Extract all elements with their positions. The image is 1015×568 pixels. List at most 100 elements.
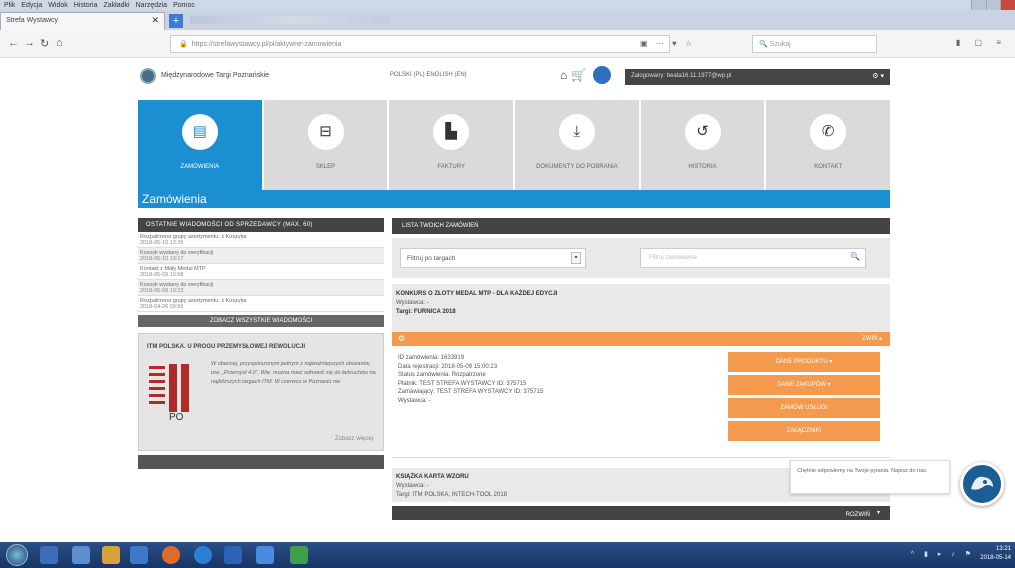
forward-icon[interactable]: → (24, 37, 35, 49)
folder-icon[interactable] (102, 546, 120, 564)
minimize-button[interactable] (971, 0, 986, 10)
chat-prompt-bubble[interactable]: Chętnie odpowiemy na Twoje pytania. Napi… (790, 460, 950, 494)
toolbar-icons[interactable]: ▮ ▢ ≡ (956, 38, 1007, 47)
taskbar-app-icon[interactable] (40, 546, 58, 564)
attachments-button[interactable]: ZAŁĄCZNIKI (728, 421, 880, 441)
language-switcher[interactable]: POLSKI (PL) ENGLISH (EN) (390, 72, 467, 78)
message-item[interactable]: Rozpatrzona grupy asortymentu, z Koszyka… (138, 296, 384, 312)
maximize-button[interactable] (985, 0, 1001, 10)
purchase-data-button[interactable]: DANE ZAKUPÓW ▾ (728, 375, 880, 395)
collapse-toggle[interactable]: ZWIŃ ▴ (862, 335, 882, 342)
system-tray-icons[interactable]: ^ ▮ ▸ ♪ ⚑ (911, 550, 975, 558)
tile-invoices[interactable]: ▙ FAKTURY (389, 100, 516, 190)
orders-header: LISTA TWOICH ZAMÓWIEŃ (392, 218, 890, 234)
promo-box: ITM POLSKA. U PROGU PRZEMYSŁOWEJ REWOLUC… (138, 333, 384, 451)
order-details-text: ID zamówienia: 1633919 Data rejestracji:… (398, 354, 543, 405)
account-settings-icon[interactable]: ⚙ ▾ (872, 72, 884, 80)
account-bar[interactable]: Zalogowany: beata16.11.1977@wp.pl ⚙ ▾ (625, 69, 890, 85)
promo-title[interactable]: ITM POLSKA. U PROGU PRZEMYSŁOWEJ REWOLUC… (147, 344, 305, 350)
taskbar-app-icon[interactable] (72, 546, 90, 564)
tab-title: Strefa Wystawcy (6, 17, 59, 24)
message-date: 2018-05-09 10:23 (140, 288, 184, 294)
browser-navbar: ← → ↻ ⌂ 🔒 https://strefawystawcy.pl/pl/ak… (0, 30, 1015, 58)
order-title: KONKURS O ZŁOTY MEDAL MTP - DLA KAŻDEJ E… (396, 291, 558, 297)
blurred-tabs (190, 16, 390, 24)
tile-history[interactable]: ↺ HISTORIA (640, 100, 767, 190)
taskbar-app-icon[interactable] (130, 546, 148, 564)
order-card[interactable]: KONKURS O ZŁOTY MEDAL MTP - DLA KAŻDEJ E… (392, 284, 890, 332)
fair-filter-select[interactable]: Filtruj po targach ▾ (400, 248, 586, 268)
taskbar-app-icon[interactable] (290, 546, 308, 564)
chat-badge-icon[interactable] (593, 66, 611, 84)
window-controls (971, 0, 1015, 10)
menu-item-file[interactable]: Plik (4, 2, 15, 9)
system-clock[interactable]: 13:21 2018-05-14 (980, 545, 1011, 563)
message-date: 2018-05-10 13:17 (140, 256, 184, 262)
menu-item-history[interactable]: Historia (74, 2, 98, 9)
order-orderer: Zamawiający: TEST STREFA WYSTAWCY ID: 37… (398, 389, 544, 395)
order-expand-bar[interactable]: ROZWIŃ ▾ (392, 506, 890, 520)
page-content: Międzynarodowe Targi Poznańskie POLSKI (… (0, 58, 1015, 542)
url-tools-icons[interactable]: ▣ ⋯ ♥ ☆ (640, 39, 695, 48)
clock-time: 13:21 (995, 546, 1011, 552)
url-text: https://strefawystawcy.pl/pl/aktywne-zam… (191, 41, 342, 48)
account-label: Zalogowany: beata16.11.1977@wp.pl (631, 73, 732, 79)
product-data-button[interactable]: DANE PRODUKTU ▾ (728, 352, 880, 372)
outlook-icon[interactable] (224, 546, 242, 564)
expand-toggle[interactable]: ROZWIŃ ▾ (846, 509, 880, 518)
menu-item-tools[interactable]: Narzędzia (136, 2, 168, 9)
header-icons[interactable]: ⌂🛒 (560, 68, 590, 82)
close-window-button[interactable] (1000, 0, 1015, 10)
menu-item-bookmarks[interactable]: Zakładki (103, 2, 129, 9)
home-nav-icon[interactable]: ⌂ (560, 68, 571, 82)
history-icon: ↺ (684, 114, 721, 150)
download-icon: ⤓ (558, 114, 595, 150)
message-item[interactable]: Rozpatrzona grupy asortymentu, z Koszyka… (138, 232, 384, 248)
page-title: Zamówienia (142, 192, 207, 206)
promo-more-link[interactable]: Zobacz więcej (335, 436, 373, 442)
start-button[interactable] (6, 544, 28, 566)
tile-label: HISTORIA (688, 164, 717, 170)
site-name[interactable]: Międzynarodowe Targi Poznańskie (161, 72, 269, 79)
browser-menubar: Plik Edycja Widok Historia Zakładki Narz… (0, 0, 1015, 10)
ie-icon[interactable] (194, 546, 212, 564)
tile-label: FAKTURY (437, 164, 465, 170)
browser-tab-active[interactable]: Strefa Wystawcy ✕ (0, 12, 165, 30)
order-exhibitor: Wystawca: - (396, 300, 429, 306)
menu-item-view[interactable]: Widok (48, 2, 67, 9)
order-services-button[interactable]: ZAMÓW USŁUGI (728, 398, 880, 418)
tile-downloads[interactable]: ⤓ DOKUMENTY DO POBRANIA (515, 100, 641, 190)
cart-icon[interactable]: 🛒 (571, 68, 590, 82)
site-logo-icon[interactable] (140, 68, 156, 84)
firefox-icon[interactable] (162, 546, 180, 564)
tab-close-icon[interactable]: ✕ (151, 15, 159, 26)
chat-button[interactable] (960, 462, 1004, 506)
order-search-input[interactable]: Filtruj zamówienie (640, 248, 866, 268)
browser-search-input[interactable]: 🔍 Szukaj (752, 35, 877, 53)
home-icon[interactable]: ⌂ (56, 37, 63, 49)
search-icon[interactable]: 🔍 (850, 252, 860, 261)
message-item[interactable]: Koszyk wysłany do weryfikacji 2018-05-09… (138, 280, 384, 296)
menu-item-help[interactable]: Pomoc (173, 2, 195, 9)
tile-orders[interactable]: ▤ ZAMÓWIENIA (138, 100, 264, 190)
main-nav-tiles: ▤ ZAMÓWIENIA ⊟ SKLEP ▙ FAKTURY ⤓ DOKUMEN… (138, 100, 891, 190)
url-bar[interactable]: 🔒 https://strefawystawcy.pl/pl/aktywne-za… (170, 35, 670, 53)
menu-item-edit[interactable]: Edycja (21, 2, 42, 9)
new-tab-button[interactable]: + (169, 14, 183, 28)
message-item[interactable]: Kontakt z Mały Medal MTP 2018-05-09 10:5… (138, 264, 384, 280)
svg-text:PO: PO (169, 412, 184, 422)
tile-label: SKLEP (315, 164, 336, 170)
reload-icon[interactable]: ↻ (40, 37, 49, 50)
back-icon[interactable]: ← (8, 37, 19, 49)
message-item[interactable]: Koszyk wysłany do weryfikacji 2018-05-10… (138, 248, 384, 264)
expand-label: ROZWIŃ (845, 512, 870, 518)
order-toggle-bar[interactable]: ⚙ ZWIŃ ▴ (392, 332, 890, 346)
taskbar-app-icon[interactable] (256, 546, 274, 564)
tile-contact[interactable]: ✆ KONTAKT (766, 100, 891, 190)
tile-shop[interactable]: ⊟ SKLEP (263, 100, 390, 190)
messages-header: OSTATNIE WIADOMOŚCI OD SPRZEDAWCY (MAX. … (138, 218, 384, 232)
promo-text: W obecnej, przyspieszonym jednym z najwa… (211, 361, 376, 385)
see-all-messages-button[interactable]: ZOBACZ WSZYSTKIE WIADOMOŚCI (138, 315, 384, 327)
document-icon: ▙ (433, 114, 470, 150)
filter-select-value: Filtruj po targach (407, 255, 456, 262)
